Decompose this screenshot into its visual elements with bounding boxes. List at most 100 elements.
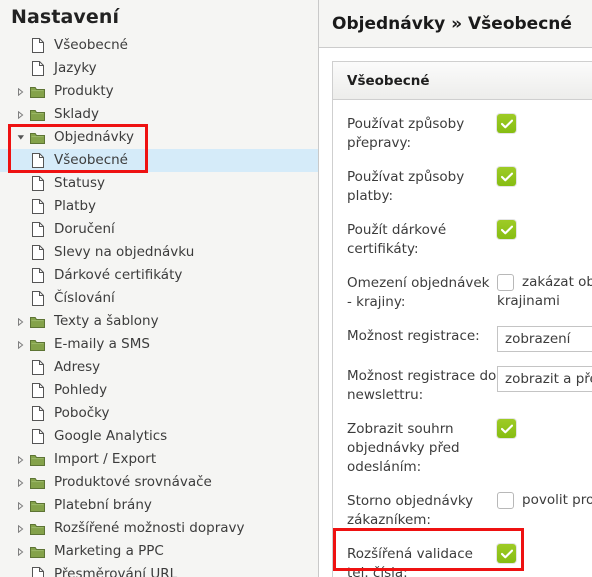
- sidebar-item-label: Rozšířené možnosti dopravy: [54, 520, 245, 536]
- sidebar-item-platby[interactable]: Platby: [0, 195, 318, 218]
- checkbox-unchecked[interactable]: [497, 274, 514, 291]
- sidebar-item-statusy[interactable]: Statusy: [0, 172, 318, 195]
- chevron-down-icon[interactable]: [14, 126, 27, 149]
- sidebar-item-e-maily-a-sms[interactable]: E-maily a SMS: [0, 333, 318, 356]
- form-row: Zobrazit souhrn objednávky před odeslání…: [347, 419, 592, 477]
- form-control: zobrazit a před: [497, 366, 592, 392]
- chevron-right-icon[interactable]: [14, 471, 27, 494]
- file-icon: [27, 172, 48, 195]
- file-icon: [27, 34, 48, 57]
- chevron-right-icon[interactable]: [14, 103, 27, 126]
- sidebar-item-pobo-ky[interactable]: Pobočky: [0, 402, 318, 425]
- folder-icon: [27, 471, 48, 494]
- sidebar-item-label: Pobočky: [54, 405, 110, 421]
- form-label: Omezení objednávek - krajiny:: [347, 275, 490, 310]
- file-icon: [27, 241, 48, 264]
- sidebar-item-label: Platby: [54, 198, 97, 214]
- file-icon: [27, 356, 48, 379]
- file-icon: [27, 195, 48, 218]
- sidebar-item-label: Všeobecné: [54, 37, 128, 53]
- sidebar-item-label: Slevy na objednávku: [54, 244, 195, 260]
- form-label: Zobrazit souhrn objednávky před odeslání…: [347, 421, 460, 475]
- checkbox-checked[interactable]: [497, 167, 516, 186]
- checkbox-checked[interactable]: [497, 220, 516, 239]
- checkbox-label-text: zakázat obj: [522, 274, 592, 290]
- chevron-right-icon[interactable]: [14, 494, 27, 517]
- sidebar-item-d-rkov-certifik-ty[interactable]: Dárkové certifikáty: [0, 264, 318, 287]
- sidebar-item-label: Objednávky: [54, 129, 134, 145]
- form-row: Rozšířená validace tel. čísla:: [347, 544, 592, 577]
- form-control: zobrazení: [497, 326, 592, 352]
- sidebar-item-roz-en-mo-nosti-dopravy[interactable]: Rozšířené možnosti dopravy: [0, 517, 318, 540]
- form-row: Používat způsoby přepravy:: [347, 114, 592, 153]
- sidebar-item-v-eobecn[interactable]: Všeobecné: [0, 34, 318, 57]
- chevron-right-icon[interactable]: [14, 540, 27, 563]
- sidebar-item-objedn-vky[interactable]: Objednávky: [0, 126, 318, 149]
- file-icon: [27, 218, 48, 241]
- file-icon: [27, 287, 48, 310]
- sidebar-item-p-esm-rov-n-url[interactable]: Přesměrování URL: [0, 563, 318, 577]
- form-row: Storno objednávky zákazníkem: povolit pro: [347, 491, 592, 530]
- sidebar-item-label: Platební brány: [54, 497, 152, 513]
- sidebar-item-label: Produktové srovnávače: [54, 474, 212, 490]
- sidebar-item-label: Adresy: [54, 359, 101, 375]
- chevron-right-icon[interactable]: [14, 310, 27, 333]
- select-value: zobrazit a před: [505, 371, 592, 387]
- page-title: Objednávky » Všeobecné: [332, 13, 572, 34]
- general-settings-panel: Všeobecné Používat způsoby přepravy: Použ…: [332, 61, 592, 577]
- form-row: Použít dárkové certifikáty:: [347, 220, 592, 259]
- sidebar-item-label: Doručení: [54, 221, 115, 237]
- sidebar-item-jazyky[interactable]: Jazyky: [0, 57, 318, 80]
- sidebar-item-produktov-srovn-va-e[interactable]: Produktové srovnávače: [0, 471, 318, 494]
- form-control: [497, 114, 592, 133]
- content-area: Objednávky » Všeobecné Všeobecné Používa…: [319, 0, 592, 577]
- folder-icon: [27, 310, 48, 333]
- sidebar-item-google-analytics[interactable]: Google Analytics: [0, 425, 318, 448]
- form-control: [497, 544, 592, 563]
- form-label: Storno objednávky zákazníkem:: [347, 493, 474, 528]
- sidebar-item-slevy-na-objedn-vku[interactable]: Slevy na objednávku: [0, 241, 318, 264]
- sidebar-item-marketing-a-ppc[interactable]: Marketing a PPC: [0, 540, 318, 563]
- chevron-right-icon[interactable]: [14, 80, 27, 103]
- form-row: Možnost registrace: zobrazení: [347, 326, 592, 352]
- checkbox-checked[interactable]: [497, 114, 516, 133]
- sidebar-item-platebn-br-ny[interactable]: Platební brány: [0, 494, 318, 517]
- folder-icon: [27, 103, 48, 126]
- sidebar-item-pohledy[interactable]: Pohledy: [0, 379, 318, 402]
- sidebar-title: Nastavení: [11, 6, 120, 28]
- checkbox-checked[interactable]: [497, 419, 516, 438]
- sidebar-item-label: Sklady: [54, 106, 99, 122]
- sidebar-item-sklady[interactable]: Sklady: [0, 103, 318, 126]
- form-control: povolit pro: [497, 491, 592, 510]
- select-field[interactable]: zobrazení: [497, 326, 592, 352]
- chevron-right-icon[interactable]: [14, 517, 27, 540]
- sidebar-item-label: Import / Export: [54, 451, 157, 467]
- sidebar-item-doru-en[interactable]: Doručení: [0, 218, 318, 241]
- checkbox-checked[interactable]: [497, 544, 516, 563]
- sidebar-item-produkty[interactable]: Produkty: [0, 80, 318, 103]
- form-control: zakázat obj krajinami: [497, 273, 592, 311]
- file-icon: [27, 563, 48, 577]
- form-label: Možnost registrace:: [347, 328, 480, 344]
- sidebar-item-v-eobecn[interactable]: Všeobecné: [0, 149, 318, 172]
- sidebar-item-import-export[interactable]: Import / Export: [0, 448, 318, 471]
- sidebar-item-texty-a-ablony[interactable]: Texty a šablony: [0, 310, 318, 333]
- sidebar-item-slov-n[interactable]: Číslování: [0, 287, 318, 310]
- sidebar-item-adresy[interactable]: Adresy: [0, 356, 318, 379]
- form-row: Omezení objednávek - krajiny: zakázat obj…: [347, 273, 592, 312]
- sidebar-item-label: Statusy: [54, 175, 106, 191]
- file-icon: [27, 379, 48, 402]
- checkbox-with-label: zakázat obj krajinami: [497, 273, 592, 311]
- form-label: Použít dárkové certifikáty:: [347, 222, 447, 257]
- sidebar-item-label: Přesměrování URL: [54, 566, 178, 577]
- checkbox-unchecked[interactable]: [497, 492, 514, 509]
- sidebar-item-label: Produkty: [54, 83, 114, 99]
- sidebar-item-label: Dárkové certifikáty: [54, 267, 183, 283]
- select-field[interactable]: zobrazit a před: [497, 366, 592, 392]
- chevron-right-icon[interactable]: [14, 448, 27, 471]
- chevron-right-icon[interactable]: [14, 333, 27, 356]
- settings-tree: Všeobecné Jazyky Produkty Sklady Objednávky V…: [0, 34, 318, 577]
- sidebar-item-label: Marketing a PPC: [54, 543, 164, 559]
- folder-icon: [27, 333, 48, 356]
- form-label: Rozšířená validace tel. čísla:: [347, 546, 473, 577]
